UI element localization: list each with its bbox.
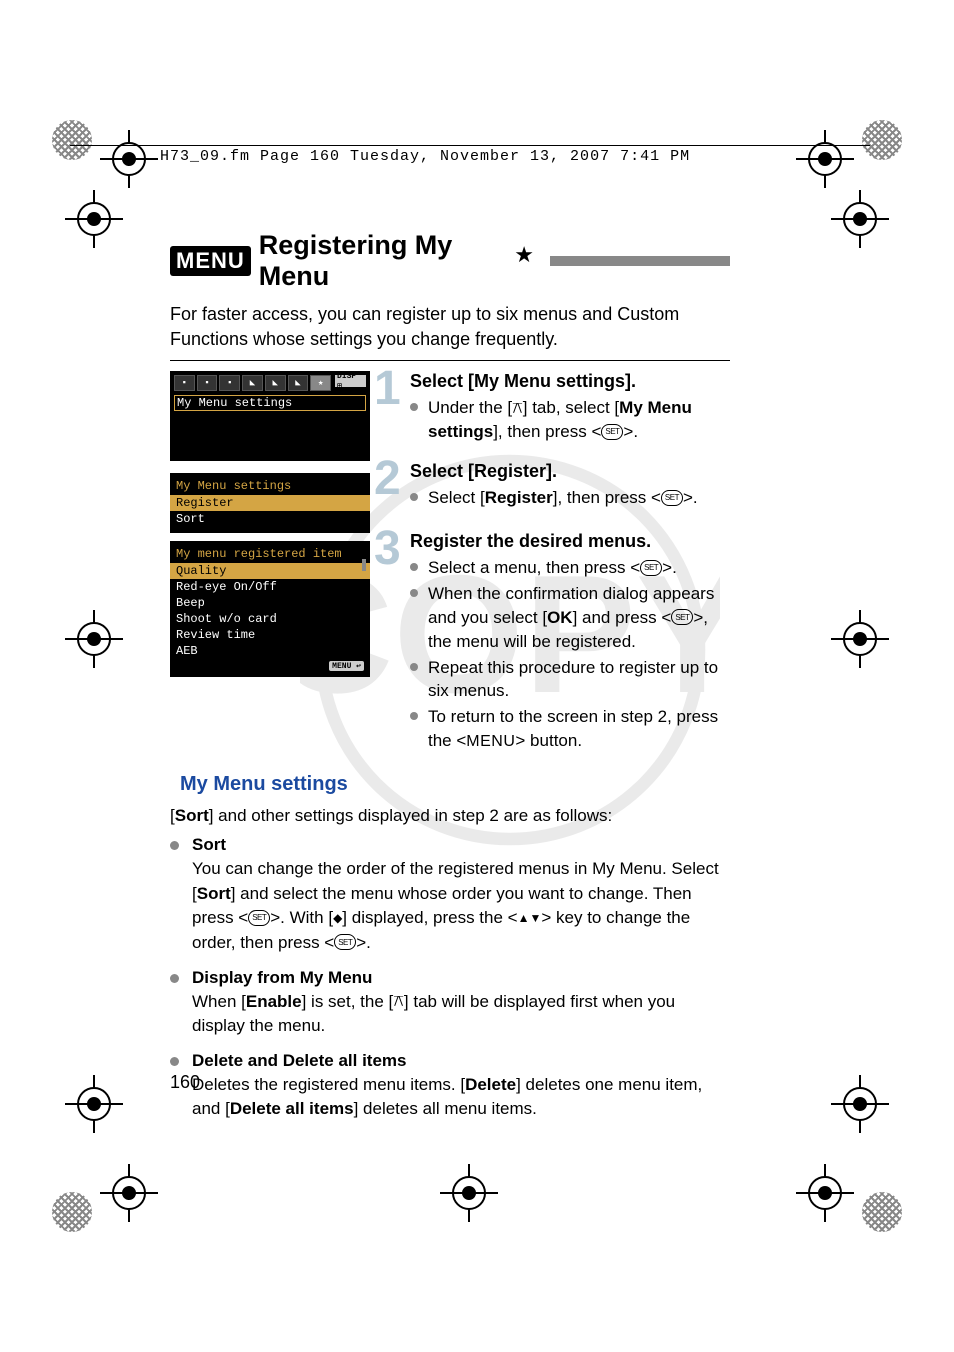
registration-mark	[65, 610, 123, 668]
lcd-tab-icon: ◣	[265, 375, 286, 391]
camera-lcd-screenshot-1: ▪ ▪ ▪ ◣ ◣ ◣ ★ DISP ⊞ My Menu settings	[170, 371, 370, 461]
registration-mark	[831, 1075, 889, 1133]
updown-arrows-icon: ▲▼	[518, 915, 542, 922]
page-title: Registering My Menu	[259, 230, 506, 292]
lcd-tab-icon: ◣	[242, 375, 263, 391]
lcd-row: Register	[170, 495, 370, 511]
step-1-bullet: Under the [⚻] tab, select [My Menu setti…	[410, 396, 730, 444]
registration-mark	[100, 130, 158, 188]
mymenu-icon: ⚻	[512, 398, 523, 420]
lcd-row: Review time	[170, 627, 370, 643]
delete-item: Delete and Delete all items Deletes the …	[170, 1051, 730, 1122]
title-bar-decoration	[550, 256, 730, 266]
step-3-bullet: To return to the screen in step 2, press…	[410, 705, 730, 753]
step-number-1: 1	[374, 361, 401, 416]
sort-heading: Sort	[192, 835, 730, 855]
set-icon: SET	[601, 424, 623, 440]
lcd-scroll-indicator	[362, 559, 366, 571]
lcd-menu-badge: MENU ↩	[329, 661, 364, 671]
page-content: MENU Registering My Menu ★ For faster ac…	[170, 230, 730, 1134]
lcd-tab-mymenu-icon: ★	[310, 375, 331, 391]
lcd-tab-icon: ▪	[174, 375, 195, 391]
delete-body: Deletes the registered menu items. [Dele…	[192, 1073, 730, 1122]
display-heading: Display from My Menu	[192, 968, 730, 988]
subsection-heading: My Menu settings	[180, 773, 730, 796]
set-icon: SET	[671, 609, 693, 625]
set-icon: SET	[334, 934, 356, 950]
step-3-bullet: When the confirmation dialog appears and…	[410, 582, 730, 653]
page-header: H73_09.fm Page 160 Tuesday, November 13,…	[160, 148, 690, 165]
camera-lcd-screenshot-3: My menu registered item Quality Red-eye …	[170, 541, 370, 677]
lcd-row: Sort	[170, 511, 370, 527]
lcd-row: AEB	[170, 643, 370, 659]
display-item: Display from My Menu When [Enable] is se…	[170, 968, 730, 1039]
registration-mark	[831, 610, 889, 668]
registration-mark	[440, 1164, 498, 1222]
subsection-lead: [Sort] and other settings displayed in s…	[170, 804, 730, 829]
step-2-bullet: Select [Register], then press <SET>.	[410, 486, 730, 510]
registration-mark	[100, 1164, 158, 1222]
display-body: When [Enable] is set, the [⚻] tab will b…	[192, 990, 730, 1039]
lcd-title: My menu registered item	[170, 545, 370, 563]
lcd-row: Red-eye On/Off	[170, 579, 370, 595]
camera-lcd-screenshot-2: My Menu settings Register Sort	[170, 473, 370, 533]
crop-mark-hatch	[862, 120, 902, 160]
step-number-3: 3	[374, 521, 401, 576]
set-icon: SET	[248, 910, 270, 926]
registration-mark	[65, 1075, 123, 1133]
sort-body: You can change the order of the register…	[192, 857, 730, 956]
page-number: 160	[170, 1072, 200, 1093]
crop-mark-hatch	[52, 1192, 92, 1232]
step-number-2: 2	[374, 451, 401, 506]
updown-diamond-icon: ◆	[333, 915, 342, 922]
registration-mark	[796, 1164, 854, 1222]
registration-mark	[831, 190, 889, 248]
page-title-row: MENU Registering My Menu ★	[170, 230, 730, 292]
step-3-bullet: Repeat this procedure to register up to …	[410, 656, 730, 704]
lcd-disp-badge: DISP ⊞	[335, 375, 366, 387]
divider	[170, 360, 730, 361]
lcd-tab-icon: ▪	[219, 375, 240, 391]
crop-mark-hatch	[862, 1192, 902, 1232]
step-3-bullet: Select a menu, then press <SET>.	[410, 556, 730, 580]
mymenu-icon: ⚻	[393, 990, 404, 1013]
menu-word-icon: MENU	[466, 731, 515, 753]
delete-heading: Delete and Delete all items	[192, 1051, 730, 1071]
lcd-row: My Menu settings	[174, 395, 366, 411]
step-2-heading: Select [Register].	[410, 461, 730, 482]
lcd-tab-icon: ▪	[197, 375, 218, 391]
lcd-tab-icon: ◣	[288, 375, 309, 391]
header-rule	[70, 145, 870, 146]
star-icon: ★	[514, 242, 534, 268]
lcd-row: Shoot w/o card	[170, 611, 370, 627]
set-icon: SET	[661, 490, 683, 506]
intro-text: For faster access, you can register up t…	[170, 302, 730, 352]
crop-mark-hatch	[52, 120, 92, 160]
step-3-heading: Register the desired menus.	[410, 531, 730, 552]
lcd-title: My Menu settings	[170, 477, 370, 495]
lcd-row: Quality	[170, 563, 370, 579]
sort-item: Sort You can change the order of the reg…	[170, 835, 730, 956]
registration-mark	[796, 130, 854, 188]
menu-badge-icon: MENU	[170, 246, 251, 276]
set-icon: SET	[640, 560, 662, 576]
lcd-row: Beep	[170, 595, 370, 611]
registration-mark	[65, 190, 123, 248]
step-1-heading: Select [My Menu settings].	[410, 371, 730, 392]
